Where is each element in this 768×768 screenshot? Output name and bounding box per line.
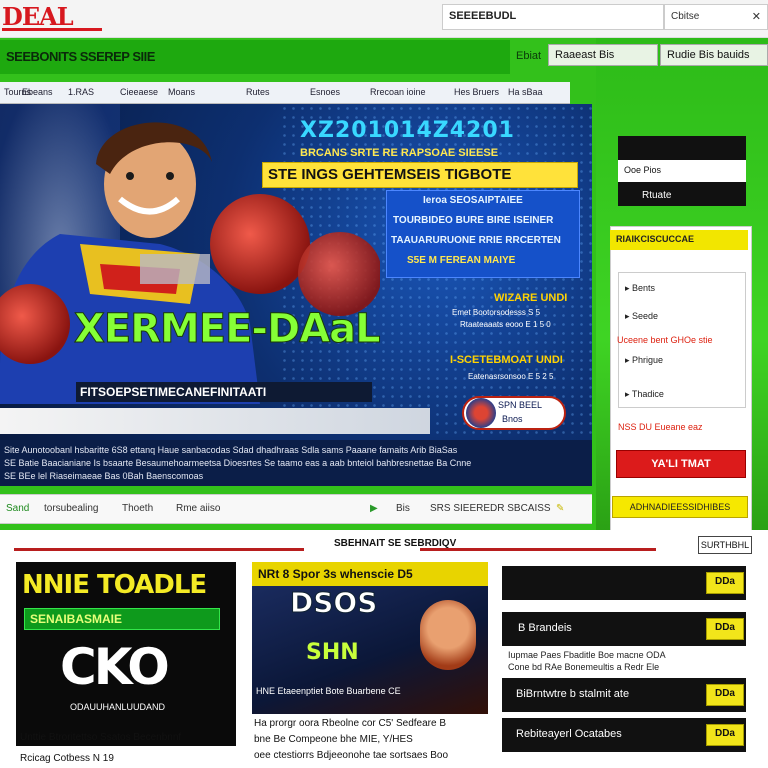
filter-item[interactable]: Thoeth [122,503,153,514]
sidebar-item-highlight[interactable]: Uceene bent GHOe stie [617,335,713,345]
list-text: Cone bd RAe Bonemeultis a Redr Ele [508,662,660,672]
hero-info-line: Ieroa SEOSAIPTAIEE [423,195,523,206]
hero-info-line: TOURBIDEO BURE BIRE ISEINER [393,215,554,226]
info-band: Site Aunotoobanl hsbaritte 6S8 ettanq Ha… [0,440,592,486]
list-item-title: Rebiteayerl Ocatabes [516,728,622,740]
card-title: NNIE TOADLE [22,570,207,600]
subnav-item[interactable]: Ebeans [22,87,53,97]
card-caption[interactable]: Rcicag Cotbess N 19 [20,753,114,764]
nav-pill-2[interactable]: Rudie Bis bauids [660,44,768,66]
person-photo [420,600,476,670]
login-field[interactable]: Cbitse ✕ [664,4,768,30]
search-input[interactable]: SEEEEBUDL [442,4,664,30]
site-logo[interactable]: DEAL [2,2,74,31]
sidebar-list: ▸ Bents ▸ Seede Uceene bent GHOe stie ▸ … [617,272,746,408]
subnav-item[interactable]: Moans [168,87,195,97]
secondary-nav: Tourns Ebeans 1.RAS Cieeaese Moans Rutes… [0,82,570,104]
login-label: Cbitse [671,11,700,22]
hero-title: XERMEE-DAaL [74,306,382,353]
sidebar-secondary-button[interactable]: ADHNADIEESSIDHIBES [612,496,748,518]
hero-info-line: TAAUARURUONE RRIE RRCERTEN [391,235,561,246]
card-footer: ODAUUHANLUUDAND [70,702,166,712]
subnav-item[interactable]: Hes Bruers [454,87,499,97]
list-badge: DDa [706,684,744,706]
hero-label: I-SCETEBMOAT UNDI [450,354,563,366]
card-caption[interactable]: bne Be Compeone bhe MIE, Y/HES [254,734,413,745]
sidebar-item[interactable]: ▸ Thadice [625,389,664,400]
hero-bottom-strip [0,408,430,434]
hero-detail: Eatenasrsonsoo E 5 2 5 [468,372,554,381]
edit-icon[interactable]: ✎ [556,503,564,514]
play-icon[interactable]: ▶ [370,503,378,514]
filter-item[interactable]: torsubealing [44,503,98,514]
list-badge: DDa [706,572,744,594]
hero-label: WIZARE UNDI [494,292,568,304]
info-line: Site Aunotoobanl hsbaritte 6S8 ettanq Ha… [4,445,458,455]
close-icon[interactable]: ✕ [752,10,761,23]
subnav-item[interactable]: 1.RAS [68,87,94,97]
section-divider [14,548,304,551]
hero-headline: XZ201014Z4201 [300,118,515,143]
card-bar-label: SENAIBASMAIE [30,612,123,626]
avatar [466,398,496,428]
list-badge: DDa [706,618,744,640]
info-line: SE BEe lel Riaseimaeae Bas 0Bah Baenscom… [4,471,204,481]
more-button[interactable]: SURTHBHL [698,536,752,554]
hero-detail: Rtaateaaats eooo E 1 5 0 [460,320,551,329]
subnav-item[interactable]: Esnoes [310,87,340,97]
hero-subline: BRCANS SRTE RE RAPSOAE SIEESE [300,147,499,159]
card-headline: DSOS [289,586,378,620]
card-logo: CKO [60,638,170,696]
filter-field[interactable]: Sand [6,503,29,514]
list-text: Iupmae Paes Fbaditle Boe macne ODA [508,650,666,660]
subnav-item[interactable]: Cieeaese [120,87,158,97]
nav-right-label[interactable]: Ebiat [512,48,545,64]
primary-nav-label[interactable]: SEEBONITS SSEREP SIIE [6,49,155,64]
hero-bubble-label: SPN BEEL [498,400,543,410]
sidebar-price-line: NSS DU Eueane eaz [618,422,703,432]
hero-caption: FITSOEPSETIMECANEFINITAATI [80,385,267,399]
card-caption[interactable]: Unttie Btroritettso Ssatos Becenbnnf [20,732,181,743]
filter-item[interactable]: Rme aiiso [176,503,220,514]
hero-bubble-sublabel: Bnos [502,414,523,424]
sidebar-item[interactable]: ▸ Bents [625,283,655,294]
hero-strip-text: STE INGS GEHTEMSEIS TIGBOTE [268,166,512,183]
subnav-item[interactable]: Rutes [246,87,270,97]
sidebar-item[interactable]: ▸ Phrigue [625,355,663,366]
card-caption[interactable]: Ha prorgr oora Rbeolne cor C5' Sedfeare … [254,718,446,729]
hero-detail: Emet Bootorsodesss S 5 [452,308,541,317]
list-item-title: BiBrntwtre b stalmit ate [516,688,630,700]
card-caption[interactable]: oee ctestiorrs Bdjeeonohe tae sortsaes B… [254,750,448,761]
list-badge: DDa [706,724,744,746]
hero-info-box: Ieroa SEOSAIPTAIEE TOURBIDEO BURE BIRE I… [386,190,580,278]
filter-item[interactable]: SRS SIEEREDR SBCAISS [430,503,551,514]
section-heading: SBEHNAIT SE SEBRDIQV [334,538,457,549]
card-headline-2: SHN [306,640,359,665]
sidebar-item[interactable]: ▸ Seede [625,311,658,322]
sidebar-promo-sub: Rtuate [642,190,672,201]
card-header-label: NRt 8 Spor 3s whenscie D5 [258,567,413,581]
list-item-title: B Brandeis [518,622,572,634]
sidebar-header-label: RIAIKCISCUCCAE [616,234,695,244]
nav-pill-1[interactable]: Raaeast Bis [548,44,658,66]
sidebar-cta-button[interactable]: YA'LI TMAT [616,450,746,478]
card-overlay-caption: HNE Etaeenptiet Bote Buarbene CE [256,686,401,696]
filter-row: Sand torsubealing Thoeth Rme aiiso ▶ Bis… [0,494,592,524]
logo-underline [2,28,102,31]
filter-item[interactable]: Bis [396,503,410,514]
subnav-item[interactable]: Ha sBaa [508,87,543,97]
hero-info-line: S5E M FEREAN MAIYE [407,255,516,266]
info-line: SE Batie Baacianiane Is bsaarte Besaumeh… [4,458,472,468]
subnav-item[interactable]: Rrecoan ioine [370,87,426,97]
sidebar-promo-label: Ooe Pios [624,165,662,175]
